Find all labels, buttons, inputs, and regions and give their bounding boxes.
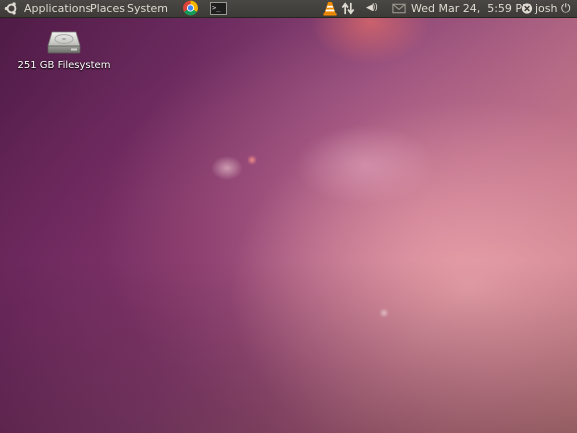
applications-menu[interactable]: Applications bbox=[24, 1, 91, 16]
terminal-prompt-glyph: >_ bbox=[212, 4, 221, 12]
power-icon[interactable]: ⏻ bbox=[561, 1, 571, 16]
top-panel: Applications Places System >_ ◀)) Wed Ma… bbox=[0, 0, 577, 18]
hard-drive-icon[interactable] bbox=[47, 30, 81, 55]
places-menu[interactable]: Places bbox=[90, 1, 125, 16]
ubuntu-logo-icon[interactable] bbox=[4, 1, 19, 16]
system-menu[interactable]: System bbox=[127, 1, 168, 16]
user-status-icon[interactable] bbox=[519, 1, 535, 16]
chrome-icon[interactable] bbox=[182, 0, 199, 16]
network-transfer-icon[interactable] bbox=[340, 1, 356, 16]
speaker-icon[interactable]: ◀)) bbox=[366, 1, 378, 16]
terminal-icon[interactable]: >_ bbox=[210, 2, 227, 15]
clock[interactable]: Wed Mar 24, 5:59 PM bbox=[411, 1, 532, 16]
envelope-icon[interactable] bbox=[391, 1, 407, 16]
desktop-icon-filesystem[interactable]: 251 GB Filesystem bbox=[14, 28, 114, 76]
vlc-cone-icon[interactable] bbox=[322, 1, 338, 16]
desktop-icon-label: 251 GB Filesystem bbox=[17, 60, 111, 71]
user-name[interactable]: josh bbox=[535, 1, 558, 16]
desktop-wallpaper: Applications Places System >_ ◀)) Wed Ma… bbox=[0, 0, 577, 433]
